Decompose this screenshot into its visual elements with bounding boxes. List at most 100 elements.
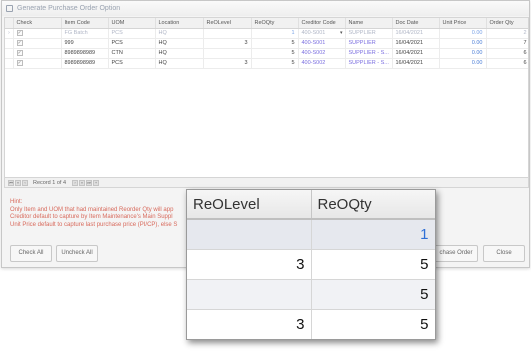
location-cell[interactable]: HQ [155, 48, 204, 59]
name-cell[interactable]: SUPPLIER - S... [345, 58, 393, 69]
column-header-check[interactable]: Check [13, 18, 62, 29]
doc-date-cell[interactable]: 16/04/2021 [392, 38, 440, 49]
reolevel-cell[interactable] [203, 28, 252, 39]
prev-page-icon[interactable]: « [15, 179, 21, 186]
column-header-creditor-code[interactable]: Creditor Code [298, 18, 346, 29]
row-indicator[interactable] [5, 48, 14, 59]
table-row[interactable]: › ✓ FG Batch PCS HQ 1 400-S001 ▾ SUPPLIER… [5, 28, 528, 39]
item-code-cell[interactable]: 999 [61, 38, 109, 49]
table-row[interactable]: ✓ 8989898989 PCS HQ 3 5 400-S002 SUPPLIE… [5, 58, 528, 69]
reoqty-cell[interactable]: 5 [251, 58, 299, 69]
po-option-grid[interactable]: Check Item Code UOM Location ReOLevel Re… [4, 17, 529, 178]
column-header-reolevel[interactable]: ReOLevel [203, 18, 252, 29]
table-row[interactable]: ✓ 999 PCS HQ 3 5 400-S001 SUPPLIER 16/04… [5, 38, 528, 49]
zoom-reolevel-cell [187, 219, 312, 250]
row-indicator[interactable] [5, 58, 14, 69]
column-header-location[interactable]: Location [155, 18, 204, 29]
row-indicator[interactable]: › [5, 28, 14, 39]
zoom-reolevel-cell: 3 [187, 309, 312, 339]
creditor-code-cell[interactable]: 400-S002 [298, 58, 346, 69]
item-code-cell[interactable]: 8989898989 [61, 48, 109, 59]
unit-price-cell[interactable]: 0.00 [439, 48, 487, 59]
check-all-button[interactable]: Check All [10, 245, 52, 262]
creditor-code-cell[interactable]: 400-S001 [298, 38, 346, 49]
prev-record-icon[interactable]: ‹ [22, 179, 28, 186]
column-header-doc-date[interactable]: Doc Date [392, 18, 440, 29]
location-cell[interactable]: HQ [155, 38, 204, 49]
zoom-row: 3 5 [187, 249, 436, 280]
name-cell[interactable]: SUPPLIER [345, 28, 393, 39]
check-cell[interactable]: ✓ [13, 28, 62, 39]
column-header-order-qty[interactable]: Order Qty [486, 18, 528, 29]
append-record-icon[interactable]: + [93, 179, 100, 186]
order-qty-cell[interactable]: 6 [486, 48, 528, 59]
reolevel-cell[interactable]: 3 [203, 38, 252, 49]
first-record-icon[interactable]: ⏮ [8, 179, 14, 186]
row-checkbox[interactable]: ✓ [16, 59, 23, 66]
uom-cell[interactable]: PCS [108, 58, 156, 69]
name-cell[interactable]: SUPPLIER - S... [345, 48, 393, 59]
item-code-cell[interactable]: FG Batch [61, 28, 109, 39]
zoom-reoqty-cell: 5 [311, 309, 435, 339]
reoqty-cell[interactable]: 1 [251, 28, 299, 39]
unit-price-cell[interactable]: 0.00 [439, 38, 487, 49]
zoom-header-reoqty: ReOQty [311, 190, 435, 220]
reolevel-cell[interactable]: 3 [203, 58, 252, 69]
name-cell[interactable]: SUPPLIER [345, 38, 393, 49]
zoom-reolevel-cell: 3 [187, 249, 312, 280]
doc-date-cell[interactable]: 16/04/2021 [392, 58, 440, 69]
column-header-uom[interactable]: UOM [108, 18, 156, 29]
zoom-edge [435, 190, 436, 219]
doc-date-cell[interactable]: 16/04/2021 [392, 48, 440, 59]
reoqty-cell[interactable]: 5 [251, 48, 299, 59]
zoom-edge [435, 249, 436, 279]
zoom-row: 5 [187, 279, 435, 310]
app-window-icon [6, 5, 13, 12]
next-record-icon[interactable]: › [72, 179, 79, 186]
uom-cell[interactable]: PCS [108, 28, 156, 39]
table-row[interactable]: ✓ 8989898989 CTN HQ 5 400-S002 SUPPLIER … [5, 48, 528, 59]
column-header-name[interactable]: Name [345, 18, 393, 29]
check-cell[interactable]: ✓ [13, 58, 62, 69]
check-cell[interactable]: ✓ [13, 38, 62, 49]
record-position: Record 1 of 4 [33, 179, 67, 186]
row-checkbox[interactable]: ✓ [16, 29, 23, 36]
column-header-item-code[interactable]: Item Code [61, 18, 109, 29]
zoom-row: 3 5 [187, 309, 435, 339]
doc-date-cell[interactable]: 16/04/2021 [392, 28, 440, 39]
order-qty-cell[interactable]: 2 [486, 28, 528, 39]
location-cell[interactable]: HQ [155, 58, 204, 69]
last-record-icon[interactable]: ⏭ [86, 179, 93, 186]
item-code-cell[interactable]: 8989898989 [61, 58, 109, 69]
zoom-reoqty-cell: 5 [311, 249, 435, 280]
creditor-code-combo[interactable]: 400-S001 ▾ [298, 28, 346, 39]
order-qty-cell[interactable]: 6 [486, 58, 528, 69]
close-button[interactable]: Close [483, 245, 525, 262]
creditor-code-cell[interactable]: 400-S002 [298, 48, 346, 59]
check-cell[interactable]: ✓ [13, 48, 62, 59]
row-indicator-header [5, 18, 14, 29]
reoqty-cell[interactable]: 5 [251, 38, 299, 49]
unit-price-cell[interactable]: 0.00 [439, 58, 487, 69]
window-titlebar: Generate Purchase Order Option [2, 1, 529, 16]
chevron-down-icon[interactable]: ▾ [340, 30, 343, 36]
uom-cell[interactable]: CTN [108, 48, 156, 59]
location-cell[interactable]: HQ [155, 28, 204, 39]
reolevel-cell[interactable] [203, 48, 252, 59]
row-checkbox[interactable]: ✓ [16, 49, 23, 56]
column-header-reoqty[interactable]: ReOQty [251, 18, 299, 29]
purchase-order-button[interactable]: chase Order [434, 245, 478, 262]
order-qty-cell[interactable]: 7 [486, 38, 528, 49]
uncheck-all-button[interactable]: Uncheck All [56, 245, 98, 262]
zoomed-columns-callout: ReOLevel ReOQty 1 3 5 5 3 5 [186, 189, 436, 340]
uom-cell[interactable]: PCS [108, 38, 156, 49]
zoom-header-reolevel: ReOLevel [187, 190, 312, 220]
next-page-icon[interactable]: » [79, 179, 86, 186]
unit-price-cell[interactable]: 0.00 [439, 28, 487, 39]
row-checkbox[interactable]: ✓ [16, 39, 23, 46]
zoom-reoqty-cell: 5 [311, 279, 435, 310]
window-title: Generate Purchase Order Option [17, 5, 121, 12]
row-indicator[interactable] [5, 38, 14, 49]
zoom-edge [435, 219, 436, 249]
column-header-unit-price[interactable]: Unit Price [439, 18, 487, 29]
